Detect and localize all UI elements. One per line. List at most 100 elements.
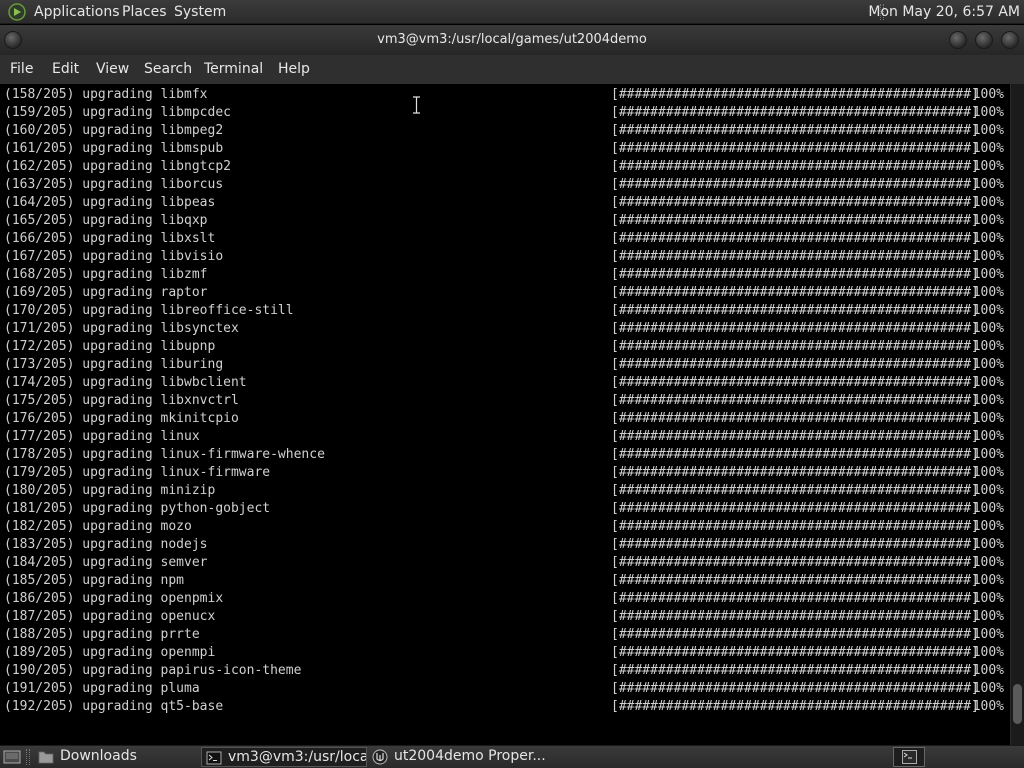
progress-bar-text: [#######################################… [611,393,979,408]
progress-bar-text: [#######################################… [611,645,979,660]
progress-percent: 100% [972,393,1004,408]
terminal-line: (168/205) upgrading libzmf [#############… [4,266,1008,284]
terminal-line: (179/205) upgrading linux-firmware [#####… [4,464,1008,482]
progress-bar-text: [#######################################… [611,465,979,480]
progress-bar-text: [#######################################… [611,375,979,390]
progress-percent: 100% [972,303,1004,318]
terminal-line: (170/205) upgrading libreoffice-still [##… [4,302,1008,320]
progress-percent: 100% [972,465,1004,480]
bottom-panel: Downloads vm3@vm3:/usr/loca... ut2004dem… [0,745,1024,768]
progress-bar-text: [#######################################… [611,249,979,264]
progress-bar-text: [#######################################… [611,339,979,354]
menu-file[interactable]: File [10,61,33,78]
upgrade-status-text: (172/205) upgrading libupnp [4,339,216,354]
progress-bar-text: [#######################################… [611,681,979,696]
progress-bar-text: [#######################################… [611,591,979,606]
progress-percent: 100% [972,159,1004,174]
progress-percent: 100% [972,285,1004,300]
scrollbar-thumb[interactable] [1013,684,1022,724]
terminal-line: (174/205) upgrading libwbclient [########… [4,374,1008,392]
progress-percent: 100% [972,537,1004,552]
menu-edit[interactable]: Edit [52,61,79,78]
upgrade-status-text: (190/205) upgrading papirus-icon-theme [4,663,302,678]
upgrade-status-text: (185/205) upgrading npm [4,573,185,588]
progress-bar-text: [#######################################… [611,555,979,570]
terminal-line: (180/205) upgrading minizip [############… [4,482,1008,500]
clock[interactable]: Mon May 20, 6:57 AM [868,3,1020,21]
progress-bar-text: [#######################################… [611,429,979,444]
terminal-line: (173/205) upgrading liburing [###########… [4,356,1008,374]
maximize-button[interactable] [975,31,993,49]
terminal-line: (172/205) upgrading libupnp [############… [4,338,1008,356]
progress-bar-text: [#######################################… [611,447,979,462]
progress-bar-text: [#######################################… [611,411,979,426]
taskbar-item-downloads[interactable]: Downloads [34,747,200,767]
applications-menu[interactable]: Applications [34,3,120,21]
close-button[interactable] [1001,31,1019,49]
panel-separator [26,749,30,765]
unreal-logo-icon [372,749,388,765]
menu-search[interactable]: Search [144,61,192,78]
progress-bar-text: [#######################################… [611,123,979,138]
workspace-switcher-icon [902,750,917,764]
terminal-output[interactable]: (158/205) upgrading libmfx [#############… [0,84,1010,745]
progress-percent: 100% [972,267,1004,282]
menu-terminal[interactable]: Terminal [204,61,263,78]
terminal-line: (171/205) upgrading libsynctex [#########… [4,320,1008,338]
terminal-line: (165/205) upgrading libqxp [#############… [4,212,1008,230]
progress-bar-text: [#######################################… [611,573,979,588]
terminal-line: (181/205) upgrading python-gobject [#####… [4,500,1008,518]
taskbar-item-terminal[interactable]: vm3@vm3:/usr/loca... [201,747,367,767]
progress-percent: 100% [972,375,1004,390]
upgrade-status-text: (169/205) upgrading raptor [4,285,208,300]
upgrade-status-text: (176/205) upgrading mkinitcpio [4,411,239,426]
upgrade-status-text: (167/205) upgrading libvisio [4,249,224,264]
progress-percent: 100% [972,681,1004,696]
progress-bar-text: [#######################################… [611,87,979,102]
taskbar-item-properties[interactable]: ut2004demo Proper... [368,747,568,767]
menu-help[interactable]: Help [278,61,310,78]
progress-percent: 100% [972,321,1004,336]
progress-percent: 100% [972,573,1004,588]
distro-logo-icon[interactable] [8,3,26,21]
progress-percent: 100% [972,105,1004,120]
terminal-scrollbar[interactable] [1010,84,1024,745]
upgrade-status-text: (163/205) upgrading liborcus [4,177,224,192]
upgrade-status-text: (181/205) upgrading python-gobject [4,501,271,516]
minimize-button[interactable] [949,31,967,49]
progress-percent: 100% [972,483,1004,498]
progress-bar-text: [#######################################… [611,519,979,534]
progress-percent: 100% [972,501,1004,516]
terminal-line: (177/205) upgrading linux [##############… [4,428,1008,446]
upgrade-status-text: (189/205) upgrading openmpi [4,645,216,660]
progress-bar-text: [#######################################… [611,357,979,372]
upgrade-status-text: (173/205) upgrading liburing [4,357,224,372]
terminal-line: (183/205) upgrading nodejs [#############… [4,536,1008,554]
upgrade-status-text: (183/205) upgrading nodejs [4,537,208,552]
terminal-line: (176/205) upgrading mkinitcpio [#########… [4,410,1008,428]
progress-percent: 100% [972,555,1004,570]
terminal-line: (169/205) upgrading raptor [#############… [4,284,1008,302]
progress-percent: 100% [972,195,1004,210]
progress-percent: 100% [972,645,1004,660]
progress-bar-text: [#######################################… [611,177,979,192]
terminal-line: (164/205) upgrading libpeas [############… [4,194,1008,212]
window-titlebar[interactable]: vm3@vm3:/usr/local/games/ut2004demo [0,25,1024,55]
show-desktop-icon[interactable] [3,749,21,765]
progress-bar-text: [#######################################… [611,627,979,642]
upgrade-status-text: (158/205) upgrading libmfx [4,87,208,102]
upgrade-status-text: (170/205) upgrading libreoffice-still [4,303,294,318]
places-menu[interactable]: Places [122,3,167,21]
progress-bar-text: [#######################################… [611,609,979,624]
workspace-switcher[interactable] [893,747,925,767]
system-menu[interactable]: System [174,3,226,21]
progress-percent: 100% [972,231,1004,246]
upgrade-status-text: (161/205) upgrading libmspub [4,141,224,156]
terminal-line: (187/205) upgrading openucx [############… [4,608,1008,626]
upgrade-status-text: (182/205) upgrading mozo [4,519,192,534]
upgrade-status-text: (171/205) upgrading libsynctex [4,321,239,336]
progress-percent: 100% [972,87,1004,102]
terminal-line: (189/205) upgrading openmpi [############… [4,644,1008,662]
menu-view[interactable]: View [96,61,129,78]
progress-bar-text: [#######################################… [611,105,979,120]
